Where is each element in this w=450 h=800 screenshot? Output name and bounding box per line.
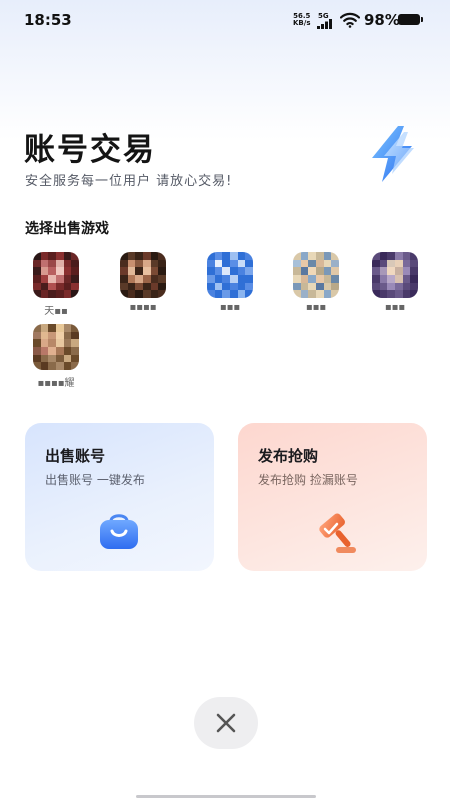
sell-account-title: 出售账号 (45, 447, 106, 465)
game-icon (120, 252, 166, 298)
game-name: 天▪▪ (44, 306, 68, 317)
battery-icon (398, 14, 423, 25)
game-icon (293, 252, 339, 298)
status-time: 18:53 (24, 11, 72, 29)
game-name: ▪▪▪ (384, 302, 406, 313)
game-item[interactable]: ▪▪▪▪耀 (26, 324, 86, 389)
home-indicator[interactable] (136, 795, 316, 798)
game-name: ▪▪▪ (219, 302, 241, 313)
games-section-title: 选择出售游戏 (25, 221, 109, 237)
publish-snapup-subtitle: 发布抢购 捡漏账号 (258, 473, 358, 487)
game-name: ▪▪▪▪ (129, 302, 157, 313)
game-item[interactable]: ▪▪▪ (200, 252, 260, 313)
game-icon (33, 252, 79, 298)
publish-snapup-card[interactable]: 发布抢购 发布抢购 捡漏账号 (238, 423, 427, 571)
game-name: ▪▪▪▪耀 (37, 378, 75, 389)
game-name: ▪▪▪ (305, 302, 327, 313)
game-icon (33, 324, 79, 370)
game-item[interactable]: 天▪▪ (26, 252, 86, 317)
page-subtitle: 安全服务每一位用户 请放心交易! (25, 174, 233, 189)
close-icon (216, 713, 236, 733)
game-item[interactable]: ▪▪▪▪ (113, 252, 173, 313)
signal-icon (317, 19, 332, 29)
wifi-icon (340, 12, 360, 28)
publish-snapup-title: 发布抢购 (258, 447, 319, 465)
game-item[interactable]: ▪▪▪ (365, 252, 425, 313)
close-button[interactable] (194, 697, 258, 749)
sell-account-card[interactable]: 出售账号 出售账号 一键发布 (25, 423, 214, 571)
game-icon (207, 252, 253, 298)
network-speed: 56.5 KB/s (293, 12, 311, 27)
sell-account-subtitle: 出售账号 一键发布 (45, 473, 145, 487)
lightning-bolt-icon (372, 126, 414, 182)
shopping-bag-icon (100, 514, 138, 549)
gavel-icon (319, 513, 356, 553)
game-item[interactable]: ▪▪▪ (286, 252, 346, 313)
page-title: 账号交易 (24, 132, 156, 168)
game-icon (372, 252, 418, 298)
status-bar: 18:53 56.5 KB/s 5G 98% (0, 0, 450, 40)
battery-percent: 98% (364, 11, 400, 29)
